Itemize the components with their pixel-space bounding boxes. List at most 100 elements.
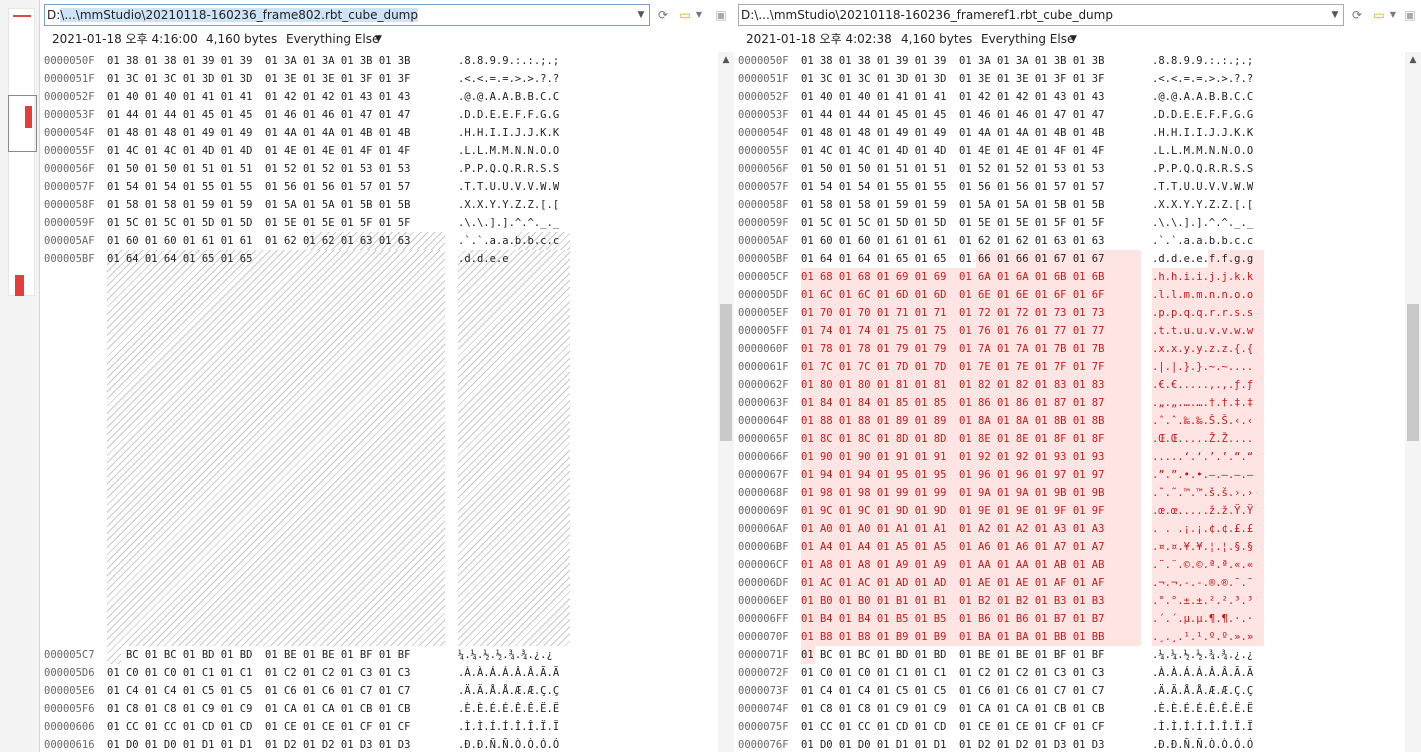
hex-row[interactable]: 0000058F 01 58 01 58 01 59 01 59 01 5A 01… bbox=[738, 196, 1421, 214]
hex-row[interactable]: 000005BF 01 64 01 64 01 65 01 65 01 66 01… bbox=[738, 250, 1421, 268]
hex-row[interactable]: 0000065F 01 8C 01 8C 01 8D 01 8D 01 8E 01… bbox=[738, 430, 1421, 448]
hex-row[interactable]: 0000069F 01 9C 01 9C 01 9D 01 9D 01 9E 01… bbox=[738, 502, 1421, 520]
right-path-input[interactable]: D:\...\mmStudio\20210118-160236_frameref… bbox=[738, 4, 1344, 26]
row-address: 0000050F bbox=[738, 55, 789, 67]
hex-row[interactable]: 000006AF 01 A0 01 A0 01 A1 01 A1 01 A2 01… bbox=[738, 520, 1421, 538]
save-icon[interactable]: ▣ bbox=[712, 5, 730, 25]
left-vertical-scrollbar[interactable]: ▲ bbox=[718, 52, 734, 752]
hex-row[interactable]: 0000070F 01 B8 01 B8 01 B9 01 B9 01 BA 01… bbox=[738, 628, 1421, 646]
hex-row[interactable]: 0000051F 01 3C 01 3C 01 3D 01 3D 01 3E 01… bbox=[738, 70, 1421, 88]
hex-row[interactable]: 0000051F 01 3C 01 3C 01 3D 01 3D 01 3E 01… bbox=[44, 70, 738, 88]
hex-row[interactable]: 000005E6 01 C4 01 C4 01 C5 01 C5 01 C6 01… bbox=[44, 682, 738, 700]
chevron-down-icon[interactable]: ▼ bbox=[1327, 5, 1343, 25]
hex-row[interactable]: 000005F6 01 C8 01 C8 01 C9 01 C9 01 CA 01… bbox=[44, 700, 738, 718]
open-folder-icon[interactable]: ▭ bbox=[676, 5, 694, 25]
hex-row[interactable]: 0000058F 01 58 01 58 01 59 01 59 01 5A 01… bbox=[44, 196, 738, 214]
refresh-icon[interactable]: ⟳ bbox=[1348, 5, 1366, 25]
hex-row[interactable]: 0000064F 01 88 01 88 01 89 01 89 01 8A 01… bbox=[738, 412, 1421, 430]
hex-row[interactable]: 000005EF 01 70 01 70 01 71 01 71 01 72 01… bbox=[738, 304, 1421, 322]
hex-row[interactable]: 000005CF 01 68 01 68 01 69 01 69 01 6A 01… bbox=[738, 268, 1421, 286]
hex-row[interactable]: 0000057F 01 54 01 54 01 55 01 55 01 56 01… bbox=[738, 178, 1421, 196]
chevron-down-icon[interactable]: ▼ bbox=[1070, 29, 1077, 49]
hex-row[interactable]: 0000062F 01 80 01 80 01 81 01 81 01 82 01… bbox=[738, 376, 1421, 394]
left-path-input[interactable]: D:\...\mmStudio\20210118-160236_frame802… bbox=[44, 4, 650, 26]
row-hex-bytes: 01 C8 01 C8 01 C9 01 C9 01 CA 01 CA 01 C… bbox=[107, 703, 411, 715]
hex-row[interactable]: 0000053F 01 44 01 44 01 45 01 45 01 46 01… bbox=[44, 106, 738, 124]
hex-row[interactable]: 000006EF 01 B0 01 B0 01 B1 01 B1 01 B2 01… bbox=[738, 592, 1421, 610]
hex-row[interactable]: 0000054F 01 48 01 48 01 49 01 49 01 4A 01… bbox=[44, 124, 738, 142]
save-icon[interactable]: ▣ bbox=[1402, 5, 1418, 25]
hex-row[interactable]: 0000050F 01 38 01 38 01 39 01 39 01 3A 01… bbox=[44, 52, 738, 70]
hex-row[interactable]: 0000073F 01 C4 01 C4 01 C5 01 C5 01 C6 01… bbox=[738, 682, 1421, 700]
left-scroll-thumb[interactable] bbox=[720, 304, 732, 441]
row-hex-bytes: 01 68 01 68 01 69 01 69 01 6A 01 6A 01 6… bbox=[801, 271, 1105, 283]
right-vertical-scrollbar[interactable]: ▲ bbox=[1405, 52, 1421, 752]
hex-row[interactable]: 000005FF 01 74 01 74 01 75 01 75 01 76 01… bbox=[738, 322, 1421, 340]
hex-row[interactable]: 000006FF 01 B4 01 B4 01 B5 01 B5 01 B6 01… bbox=[738, 610, 1421, 628]
hex-row[interactable]: 0000055F 01 4C 01 4C 01 4D 01 4D 01 4E 01… bbox=[738, 142, 1421, 160]
row-address: 0000076F bbox=[738, 739, 789, 751]
hex-row[interactable]: 0000071F 01 BC 01 BC 01 BD 01 BD 01 BE 01… bbox=[738, 646, 1421, 664]
row-address: 000006BF bbox=[738, 541, 789, 553]
hex-row[interactable]: 0000056F 01 50 01 50 01 51 01 51 01 52 01… bbox=[44, 160, 738, 178]
hex-row[interactable]: 000006BF 01 A4 01 A4 01 A5 01 A5 01 A6 01… bbox=[738, 538, 1421, 556]
row-hex-bytes: 01 A4 01 A4 01 A5 01 A5 01 A6 01 A6 01 A… bbox=[801, 541, 1105, 553]
hex-row[interactable]: 0000050F 01 38 01 38 01 39 01 39 01 3A 01… bbox=[738, 52, 1421, 70]
row-ascii: .Ì.Ì.Í.Í.Î.Î.Ï.Ï bbox=[458, 721, 560, 733]
hex-row[interactable]: 0000072F 01 C0 01 C0 01 C1 01 C1 01 C2 01… bbox=[738, 664, 1421, 682]
hex-row[interactable]: 000005AF 01 60 01 60 01 61 01 61 01 62 01… bbox=[44, 232, 738, 250]
hex-row[interactable]: 0000059F 01 5C 01 5C 01 5D 01 5D 01 5E 01… bbox=[44, 214, 738, 232]
right-scroll-thumb[interactable] bbox=[1407, 304, 1419, 441]
hex-row[interactable]: 0000066F 01 90 01 90 01 91 01 91 01 92 01… bbox=[738, 448, 1421, 466]
hex-row[interactable]: 000005BF 01 64 01 64 01 65 01 65 .d.d.e.e bbox=[44, 250, 738, 268]
chevron-down-icon[interactable]: ▼ bbox=[375, 29, 382, 49]
scroll-up-icon[interactable]: ▲ bbox=[1405, 52, 1421, 68]
hex-row[interactable]: 0000060F 01 78 01 78 01 79 01 79 01 7A 01… bbox=[738, 340, 1421, 358]
right-filter-select[interactable]: Everything Else bbox=[981, 29, 1074, 49]
row-hex-bytes: 01 C0 01 C0 01 C1 01 C1 01 C2 01 C2 01 C… bbox=[107, 667, 411, 679]
hex-row[interactable]: 0000075F 01 CC 01 CC 01 CD 01 CD 01 CE 01… bbox=[738, 718, 1421, 736]
scroll-up-icon[interactable]: ▲ bbox=[718, 52, 734, 68]
row-address: 0000073F bbox=[738, 685, 789, 697]
hex-row[interactable]: 0000063F 01 84 01 84 01 85 01 85 01 86 01… bbox=[738, 394, 1421, 412]
hex-row[interactable]: 0000059F 01 5C 01 5C 01 5D 01 5D 01 5E 01… bbox=[738, 214, 1421, 232]
open-folder-icon[interactable]: ▭ bbox=[1370, 5, 1388, 25]
row-ascii: .`.`.a.a.b.b.c.c bbox=[1152, 235, 1254, 247]
right-hex-view[interactable]: 0000050F 01 38 01 38 01 39 01 39 01 3A 01… bbox=[738, 52, 1421, 752]
hex-row[interactable]: 0000056F 01 50 01 50 01 51 01 51 01 52 01… bbox=[738, 160, 1421, 178]
hex-row[interactable]: 0000074F 01 C8 01 C8 01 C9 01 C9 01 CA 01… bbox=[738, 700, 1421, 718]
right-path-text: D:\...\mmStudio\20210118-160236_frameref… bbox=[741, 8, 1113, 22]
left-filter-select[interactable]: Everything Else bbox=[286, 29, 379, 49]
diff-overview-bar[interactable] bbox=[0, 0, 40, 752]
hex-row[interactable]: 000006CF 01 A8 01 A8 01 A9 01 A9 01 AA 01… bbox=[738, 556, 1421, 574]
hex-row[interactable]: 0000055F 01 4C 01 4C 01 4D 01 4D 01 4E 01… bbox=[44, 142, 738, 160]
hex-row[interactable]: 000005AF 01 60 01 60 01 61 01 61 01 62 01… bbox=[738, 232, 1421, 250]
open-folder-dropdown-icon[interactable]: ▼ bbox=[1388, 5, 1398, 25]
chevron-down-icon[interactable]: ▼ bbox=[633, 5, 649, 25]
refresh-icon[interactable]: ⟳ bbox=[654, 5, 672, 25]
hex-row[interactable]: 000006DF 01 AC 01 AC 01 AD 01 AD 01 AE 01… bbox=[738, 574, 1421, 592]
hex-row[interactable]: 0000054F 01 48 01 48 01 49 01 49 01 4A 01… bbox=[738, 124, 1421, 142]
hex-row[interactable]: 0000061F 01 7C 01 7C 01 7D 01 7D 01 7E 01… bbox=[738, 358, 1421, 376]
hex-row[interactable]: 0000053F 01 44 01 44 01 45 01 45 01 46 01… bbox=[738, 106, 1421, 124]
left-file-info: 2021-01-18 오후 4:16:00 4,160 bytes Everyt… bbox=[44, 29, 738, 49]
overview-map[interactable] bbox=[8, 8, 37, 296]
hex-row[interactable]: 00000616 01 D0 01 D0 01 D1 01 D1 01 D2 01… bbox=[44, 736, 738, 752]
overview-viewport-indicator[interactable] bbox=[8, 95, 37, 152]
hex-row[interactable]: 000005D6 01 C0 01 C0 01 C1 01 C1 01 C2 01… bbox=[44, 664, 738, 682]
row-address: 000005D6 bbox=[44, 667, 95, 679]
hex-row[interactable]: 0000076F 01 D0 01 D0 01 D1 01 D1 01 D2 01… bbox=[738, 736, 1421, 752]
hex-row[interactable]: 0000057F 01 54 01 54 01 55 01 55 01 56 01… bbox=[44, 178, 738, 196]
left-hex-view[interactable]: 0000050F 01 38 01 38 01 39 01 39 01 3A 01… bbox=[44, 52, 738, 752]
hex-row[interactable]: 00000606 01 CC 01 CC 01 CD 01 CD 01 CE 01… bbox=[44, 718, 738, 736]
hex-row[interactable]: 0000067F 01 94 01 94 01 95 01 95 01 96 01… bbox=[738, 466, 1421, 484]
open-folder-dropdown-icon[interactable]: ▼ bbox=[694, 5, 704, 25]
row-ascii: .Ä.Ä.Å.Å.Æ.Æ.Ç.Ç bbox=[1152, 685, 1254, 697]
hex-row[interactable]: 000005DF 01 6C 01 6C 01 6D 01 6D 01 6E 01… bbox=[738, 286, 1421, 304]
hex-row[interactable]: 0000052F 01 40 01 40 01 41 01 41 01 42 01… bbox=[738, 88, 1421, 106]
row-address: 000005CF bbox=[738, 271, 789, 283]
hex-row[interactable]: 0000052F 01 40 01 40 01 41 01 41 01 42 01… bbox=[44, 88, 738, 106]
hex-row[interactable]: 000005C7 BC 01 BC 01 BD 01 BD 01 BE 01 B… bbox=[44, 646, 738, 664]
hex-row[interactable]: 0000068F 01 98 01 98 01 99 01 99 01 9A 01… bbox=[738, 484, 1421, 502]
row-ascii: .|.|.}.}.~.~.... bbox=[1152, 361, 1254, 373]
